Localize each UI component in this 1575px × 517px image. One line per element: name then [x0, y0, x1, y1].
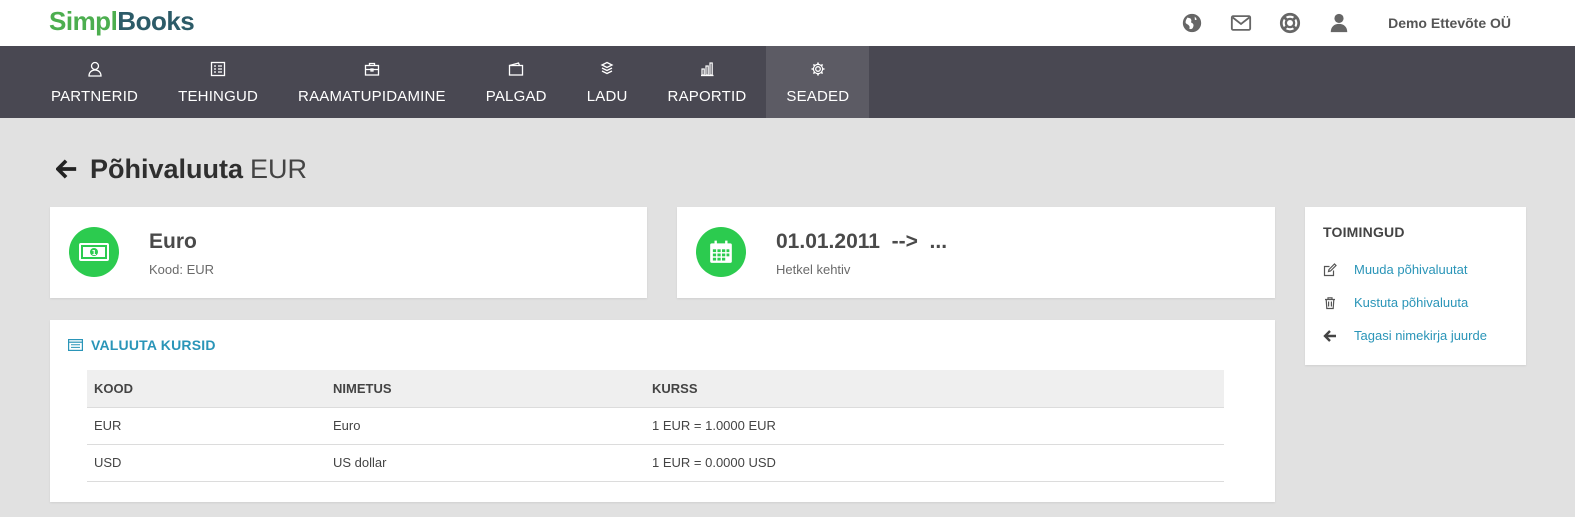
nav-label: PARTNERID [51, 88, 139, 105]
cell-name: Euro [326, 407, 645, 445]
cell-rate: 1 EUR = 0.0000 USD [645, 444, 1224, 482]
boxes-icon [600, 61, 614, 75]
nav-item-palgad[interactable]: PALGAD [466, 46, 567, 118]
nav-label: RAPORTID [667, 88, 747, 105]
mail-icon[interactable] [1230, 12, 1252, 34]
actions-title: TOIMINGUD [1323, 224, 1405, 240]
column-header-name[interactable]: NIMETUS [326, 370, 645, 408]
table-row[interactable]: EUR Euro 1 EUR = 1.0000 EUR [87, 407, 1224, 445]
page-title-currency: EUR [250, 153, 308, 184]
gear-icon [811, 62, 825, 76]
rates-header: VALUUTA KURSID [68, 337, 216, 353]
list-icon [68, 339, 83, 351]
nav-label: LADU [586, 88, 628, 105]
rates-title: VALUUTA KURSID [91, 337, 216, 353]
currency-rates-panel: VALUUTA KURSID KOOD NIMETUS KURSS EUR Eu… [50, 320, 1275, 502]
rates-table: KOOD NIMETUS KURSS EUR Euro 1 EUR = 1.00… [87, 370, 1224, 482]
nav-item-ladu[interactable]: LADU [567, 46, 648, 118]
person-icon [87, 61, 102, 77]
edit-icon [1323, 262, 1337, 276]
action-label: Kustuta põhivaluuta [1354, 295, 1469, 310]
table-header-row: KOOD NIMETUS KURSS [87, 370, 1224, 408]
arrow-left-icon [1323, 329, 1336, 342]
bar-chart-icon [700, 62, 714, 77]
validity-range: 01.01.2011 --> ... [776, 230, 948, 253]
delete-base-currency-link[interactable]: Kustuta põhivaluuta [1323, 295, 1468, 310]
validity-status: Hetkel kehtiv [776, 262, 851, 277]
nav-label: TEHINGUD [178, 88, 259, 105]
cell-code: EUR [87, 407, 326, 445]
column-header-code[interactable]: KOOD [87, 370, 326, 408]
nav-item-seaded[interactable]: SEADED [766, 46, 870, 118]
currency-code: Kood: EUR [149, 262, 215, 277]
briefcase-icon [364, 62, 380, 76]
currency-name: Euro [149, 230, 197, 253]
calendar-icon [696, 227, 746, 277]
validity-card: 01.01.2011 --> ... Hetkel kehtiv [677, 207, 1275, 298]
edit-base-currency-link[interactable]: Muuda põhivaluutat [1323, 262, 1467, 277]
nav-item-partnerid[interactable]: PARTNERID [31, 46, 158, 118]
company-name[interactable]: Demo Ettevõte OÜ [1388, 15, 1511, 31]
nav-item-tehingud[interactable]: TEHINGUD [158, 46, 278, 118]
cell-code: USD [87, 444, 326, 482]
simplbooks-logo[interactable]: SimplBooks [49, 6, 195, 36]
trash-icon [1325, 296, 1335, 309]
document-list-icon [210, 61, 226, 77]
page-title: Põhivaluuta EUR [56, 151, 307, 187]
currency-card: 1 Euro Kood: EUR [50, 207, 647, 298]
logo-part-books: Books [117, 6, 195, 36]
action-label: Tagasi nimekirja juurde [1354, 328, 1487, 343]
banknote-icon: 1 [69, 227, 119, 277]
back-arrow-icon[interactable] [56, 158, 78, 180]
action-label: Muuda põhivaluutat [1354, 262, 1468, 277]
user-icon[interactable] [1328, 12, 1350, 34]
table-row[interactable]: USD US dollar 1 EUR = 0.0000 USD [87, 444, 1224, 482]
page-title-main: Põhivaluuta [90, 153, 244, 184]
nav-item-raamatupidamine[interactable]: RAAMATUPIDAMINE [278, 46, 466, 118]
back-to-list-link[interactable]: Tagasi nimekirja juurde [1323, 328, 1487, 343]
nav-label: SEADED [786, 88, 850, 105]
cell-name: US dollar [326, 444, 645, 482]
nav-label: RAAMATUPIDAMINE [298, 88, 446, 105]
globe-icon[interactable] [1181, 12, 1203, 34]
actions-panel: TOIMINGUD Muuda põhivaluutat Kustuta põh… [1305, 207, 1526, 365]
main-nav: PARTNERID TEHINGUD RAAMATUPIDAMINE PALGA… [0, 46, 1575, 118]
column-header-rate[interactable]: KURSS [645, 370, 1224, 408]
cell-rate: 1 EUR = 1.0000 EUR [645, 407, 1224, 445]
header-icons: Demo Ettevõte OÜ [1181, 0, 1575, 46]
svg-text:1: 1 [92, 249, 97, 257]
nav-item-raportid[interactable]: RAPORTID [648, 46, 767, 118]
wallet-icon [509, 62, 524, 76]
nav-label: PALGAD [485, 88, 547, 105]
help-lifebuoy-icon[interactable] [1279, 12, 1301, 34]
top-bar: SimplBooks Demo Ettevõte OÜ [0, 0, 1575, 46]
logo-part-simpl: Simpl [49, 6, 118, 36]
